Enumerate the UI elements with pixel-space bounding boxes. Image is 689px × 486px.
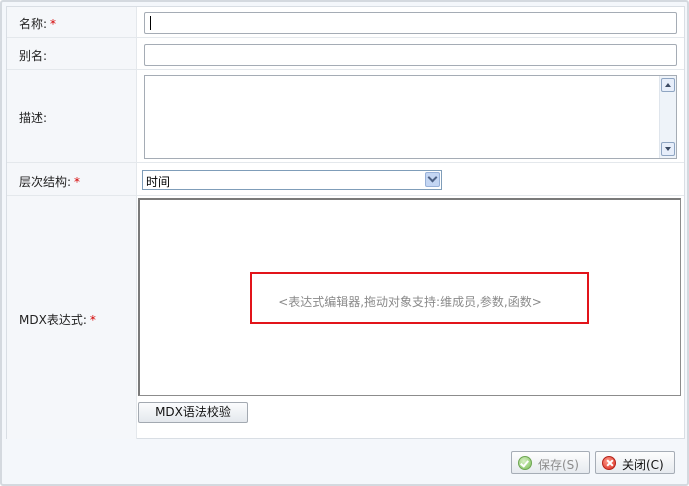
text-caret — [150, 16, 151, 30]
name-label: 名称: * — [19, 15, 56, 32]
dialog: 名称: * 别名: 描述: 层次结构: * 时间 MDX表达式: * <表达式编… — [0, 0, 689, 486]
description-scrollbar[interactable] — [659, 76, 676, 158]
hierarchy-select[interactable]: 时间 — [142, 170, 442, 190]
hierarchy-select-value: 时间 — [146, 175, 171, 189]
required-mark: * — [89, 313, 96, 327]
alias-label: 别名: — [19, 49, 48, 63]
name-row: 名称: * — [7, 7, 684, 38]
arrow-up-icon[interactable] — [661, 78, 675, 92]
hierarchy-label: 层次结构: * — [19, 173, 80, 190]
chevron-down-icon[interactable] — [425, 172, 440, 187]
description-label: 描述: — [19, 111, 48, 125]
name-input[interactable] — [144, 12, 677, 34]
required-mark: * — [50, 17, 57, 31]
hierarchy-label-text: 层次结构: — [19, 175, 72, 189]
mdx-editor-placeholder: <表达式编辑器,拖动对象支持:维成员,参数,函数> — [278, 295, 542, 309]
mdx-expression-editor[interactable]: <表达式编辑器,拖动对象支持:维成员,参数,函数> — [138, 198, 681, 396]
description-textarea[interactable] — [144, 75, 677, 159]
hierarchy-row: 层次结构: * 时间 — [7, 163, 684, 196]
form-panel: 名称: * 别名: 描述: 层次结构: * 时间 MDX表达式: * <表达式编… — [6, 6, 685, 439]
mdx-label-text: MDX表达式: — [19, 313, 87, 327]
close-button-label: 关闭(C) — [622, 458, 664, 472]
alias-input[interactable] — [144, 44, 677, 66]
arrow-down-icon[interactable] — [661, 142, 675, 156]
mdx-label: MDX表达式: * — [19, 311, 96, 328]
check-icon — [518, 456, 532, 470]
mdx-syntax-check-button[interactable]: MDX语法校验 — [138, 402, 248, 423]
close-button[interactable]: 关闭(C) — [595, 451, 675, 474]
name-label-text: 名称: — [19, 17, 48, 31]
save-button-label: 保存(S) — [538, 458, 579, 472]
alias-row: 别名: — [7, 38, 684, 70]
description-row: 描述: — [7, 70, 684, 163]
save-button[interactable]: 保存(S) — [511, 451, 590, 474]
x-icon — [602, 456, 616, 470]
required-mark: * — [74, 175, 81, 189]
